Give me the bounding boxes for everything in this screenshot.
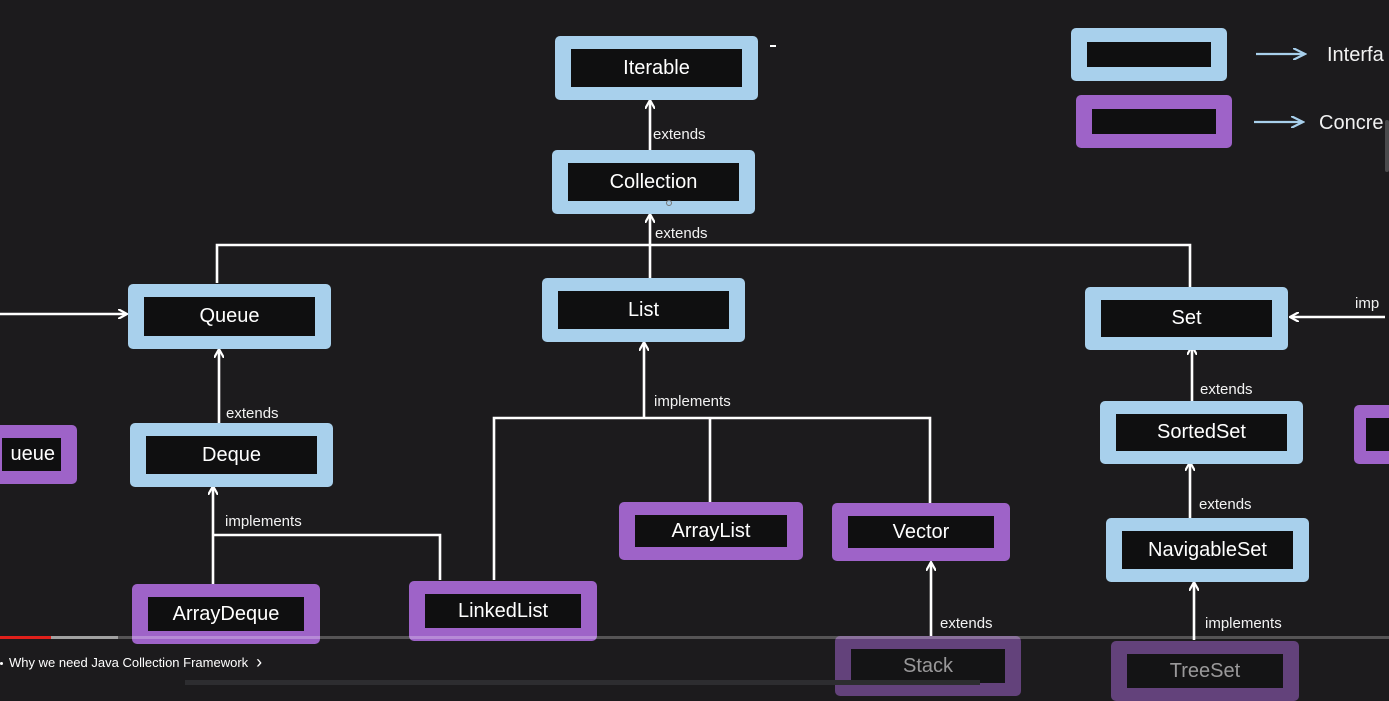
label-sorted-set: extends [1200, 381, 1253, 398]
node-set-label: Set [1101, 300, 1272, 337]
node-navigable-set-label: NavigableSet [1122, 531, 1293, 569]
node-iterable: Iterable [555, 36, 758, 100]
node-array-deque: ArrayDeque [132, 584, 320, 644]
scrollbar-thumb[interactable] [1385, 120, 1389, 172]
node-right-partial [1354, 405, 1389, 464]
legend-interface-label: Interfa [1327, 44, 1384, 66]
node-sorted-set-label: SortedSet [1116, 414, 1287, 451]
node-priority-queue-partial: ueue [0, 425, 77, 484]
label-treeset-navigable: implements [1205, 615, 1282, 632]
node-sorted-set: SortedSet [1100, 401, 1303, 464]
label-children-collection: extends [655, 225, 708, 242]
node-set: Set [1085, 287, 1288, 350]
video-progress-played [0, 636, 52, 639]
label-stack-vector: extends [940, 615, 993, 632]
node-deque: Deque [130, 423, 333, 487]
node-collection: Collection [552, 150, 755, 214]
node-list: List [542, 278, 745, 342]
node-tree-set-label: TreeSet [1127, 654, 1283, 688]
node-navigable-set: NavigableSet [1106, 518, 1309, 582]
node-right-partial-inner [1366, 418, 1389, 451]
node-list-label: List [558, 291, 729, 329]
node-stack: Stack [835, 636, 1021, 696]
node-array-list-label: ArrayList [635, 515, 787, 547]
node-stack-label: Stack [851, 649, 1005, 683]
label-impl-list: implements [654, 393, 731, 410]
label-collection-iterable: extends [653, 126, 706, 143]
chapter-dot-icon [0, 662, 3, 665]
node-vector: Vector [832, 503, 1010, 561]
video-progress-bar[interactable] [0, 636, 1389, 639]
chapter-title-text: Why we need Java Collection Framework [9, 655, 249, 670]
legend-interface-swatch-inner [1087, 42, 1211, 67]
node-linked-list-label: LinkedList [425, 594, 581, 628]
label-deque-queue: extends [226, 405, 279, 422]
chapter-title-button[interactable]: Why we need Java Collection Framework › [9, 652, 263, 672]
legend-concrete-swatch [1076, 95, 1232, 148]
legend-concrete-label: Concre [1319, 112, 1384, 134]
collection-hierarchy-diagram: Iterable Collection Queue List Set Deque… [0, 0, 1389, 701]
bottom-strip [185, 680, 980, 685]
cursor-dot [666, 200, 672, 206]
legend-interface-swatch [1071, 28, 1227, 81]
label-right-partial: imp [1355, 295, 1380, 312]
node-collection-label: Collection [568, 163, 739, 201]
chevron-right-icon: › [256, 652, 263, 672]
legend-concrete-swatch-inner [1092, 109, 1216, 134]
node-iterable-label: Iterable [571, 49, 742, 87]
edge-impl-deque-bar [213, 533, 442, 580]
label-impl-deque: implements [225, 513, 302, 530]
node-queue-label: Queue [144, 297, 315, 336]
node-deque-label: Deque [146, 436, 317, 474]
node-array-list: ArrayList [619, 502, 803, 560]
node-linked-list: LinkedList [409, 581, 597, 641]
node-priority-queue-partial-label: ueue [2, 438, 61, 471]
stray-mark [770, 45, 776, 47]
node-vector-label: Vector [848, 516, 994, 548]
node-queue: Queue [128, 284, 331, 349]
label-navigable-sorted: extends [1199, 496, 1252, 513]
node-array-deque-label: ArrayDeque [148, 597, 304, 631]
node-tree-set: TreeSet [1111, 641, 1299, 701]
